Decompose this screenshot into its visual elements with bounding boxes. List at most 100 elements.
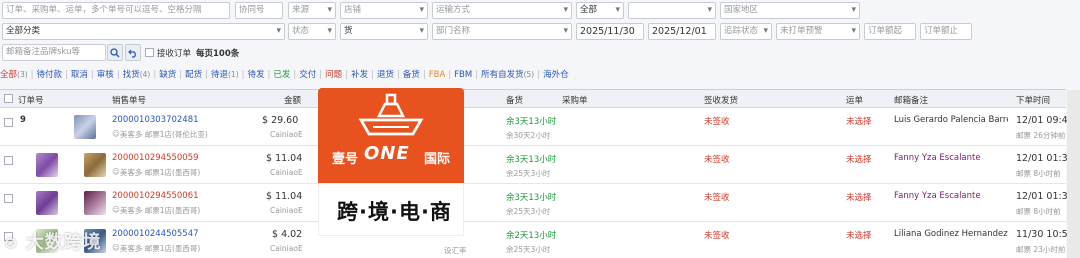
status-tab[interactable]: 问题 [325, 68, 342, 80]
accept-order-checkbox[interactable] [145, 48, 154, 57]
status-tab-count: (5) [523, 70, 535, 79]
page-size-label[interactable]: 每页100条 [196, 47, 239, 59]
header-sales-no: 销售单号 [112, 96, 147, 106]
order-search-input[interactable]: 订单、采购单、运单，多个单号可以逗号、空格分隔 [2, 2, 230, 19]
status-tab-label: 已发 [273, 70, 291, 80]
remark-search-input[interactable]: 邮箱备注品牌sku等 [2, 44, 106, 61]
status-tab-label: 取消 [70, 70, 88, 80]
search-button[interactable] [107, 44, 123, 61]
status-tab-label: 缺货 [159, 70, 177, 80]
order-time: 12/01 09:41 [1016, 115, 1074, 126]
product-thumbnail[interactable] [74, 115, 96, 139]
header-order-no: 订单号 [18, 96, 44, 106]
status-tab-label: 待退 [210, 70, 228, 80]
remark-name: Liliana Godinez Hernandez [894, 229, 1008, 239]
status-tab[interactable]: FBM [454, 70, 472, 80]
status-tab-label: FBA [428, 70, 446, 80]
sign-status: 未签收 [704, 155, 730, 165]
status-tab[interactable]: 全部(3) [0, 68, 28, 80]
product-thumbnail[interactable] [84, 153, 106, 177]
store-sub: ☺ 美客多 邮票1店(墨西哥) [112, 243, 201, 253]
stock-sub: 余25天3小时 [506, 207, 551, 216]
tab-separator: | [205, 70, 208, 80]
status-tab[interactable]: 审核 [97, 68, 114, 80]
all-select[interactable]: 全部 [576, 2, 624, 19]
amount: $ 4.02 [272, 229, 303, 240]
table-row[interactable]: 2000010294550059 ☺ 美客多 邮票1店(墨西哥) $ 11.04… [0, 147, 1074, 184]
status-tab[interactable]: 交付 [299, 68, 316, 80]
row-checkbox[interactable] [4, 156, 13, 165]
category-select[interactable]: 全部分类 [2, 23, 285, 40]
status-tab[interactable]: 备货 [403, 68, 420, 80]
store-value-select[interactable]: 货 [340, 23, 428, 40]
ship-link[interactable]: 未选择 [846, 153, 872, 165]
shipping-select[interactable]: 运输方式 [432, 2, 572, 19]
row-checkbox[interactable] [4, 194, 13, 203]
source-select[interactable]: 来源 [288, 2, 336, 19]
status-select[interactable]: 状态 [288, 23, 336, 40]
carrier: CainiaoE [270, 130, 303, 139]
status-tab[interactable]: 找货(4) [123, 68, 151, 80]
tab-separator: | [319, 70, 323, 80]
sales-no-link[interactable]: 2000010294550059 [112, 153, 199, 163]
dept-select[interactable]: 部门名称 [432, 23, 572, 40]
date-to-input[interactable]: 2025/12/01 [648, 23, 716, 40]
status-tab-label: 审核 [96, 70, 114, 80]
blank-select[interactable] [628, 2, 716, 19]
status-tab-label: 交付 [299, 70, 317, 80]
ship-link[interactable]: 未选择 [846, 229, 872, 241]
sales-no-link[interactable]: 2000010294550061 [112, 191, 199, 201]
status-tab[interactable]: 海外仓 [543, 68, 569, 80]
amount-from-input[interactable]: 订单额起 [864, 23, 916, 40]
status-tab[interactable]: FBA [429, 70, 446, 80]
status-tab-count: (3) [17, 70, 28, 79]
row-checkbox[interactable] [4, 118, 13, 127]
amount-to-input[interactable]: 订单额止 [920, 23, 972, 40]
sales-no-link[interactable]: 2000010303702481 [112, 115, 199, 125]
sign-status: 未签收 [704, 231, 730, 241]
status-tab[interactable]: 配货 [185, 68, 202, 80]
status-tab-count: (4) [139, 70, 151, 79]
remark-name: Fanny Yza Escalante [894, 191, 981, 201]
country-select[interactable]: 国家地区 [720, 2, 860, 19]
sales-no-link[interactable]: 2000010244505547 [112, 229, 199, 239]
product-thumbnail[interactable] [36, 191, 58, 215]
status-tab[interactable]: 所有自发货(5) [481, 68, 534, 80]
co-number-input[interactable]: 协同号 [235, 2, 283, 19]
store-select[interactable]: 店铺 [340, 2, 428, 19]
logo-bottom-panel: 跨·境·电·商 [318, 183, 464, 236]
vertical-scrollbar[interactable] [1067, 90, 1080, 258]
status-tab[interactable]: 补发 [351, 68, 368, 80]
status-tab[interactable]: 缺货 [159, 68, 176, 80]
product-thumbnail[interactable] [84, 191, 106, 215]
status-tab-count: (1) [228, 70, 239, 79]
ship-link[interactable]: 未选择 [846, 191, 872, 203]
table-row[interactable]: 2000010244505547 ☺ 美客多 邮票1店(墨西哥) $ 4.02 … [0, 223, 1074, 258]
status-tab[interactable]: 退货 [377, 68, 394, 80]
warning-select[interactable]: 未打单预警 [776, 23, 860, 40]
tab-separator: | [90, 70, 94, 80]
status-tab[interactable]: 待退(1) [211, 68, 239, 80]
watermark: ⊘ 大数跨境 [4, 228, 102, 254]
store-sub: ☺ 美客多 邮票1店(哥伦比亚) [112, 129, 208, 139]
ship-link[interactable]: 未选择 [846, 115, 872, 127]
status-tab[interactable]: 待付款 [37, 68, 63, 80]
status-tab[interactable]: 已发 [273, 68, 290, 80]
status-tab-label: 配货 [185, 70, 203, 80]
status-tab[interactable]: 取消 [71, 68, 88, 80]
tab-separator: | [475, 70, 479, 80]
status-tab-label: 退货 [376, 70, 394, 80]
date-from-input[interactable]: 2025/11/30 [576, 23, 644, 40]
ship-icon [358, 93, 424, 136]
reset-button[interactable] [125, 44, 141, 61]
tracking-status-select[interactable]: 追踪状态 [720, 23, 772, 40]
select-all-checkbox[interactable] [4, 94, 13, 103]
order-time: 12/01 01:30 [1016, 153, 1074, 164]
order-time-sub: 邮票 8小时前 [1016, 207, 1061, 216]
product-thumbnail[interactable] [36, 153, 58, 177]
table-row[interactable]: 9 2000010303702481 ☺ 美客多 邮票1店(哥伦比亚) $ 29… [0, 109, 1074, 146]
status-tab[interactable]: 待发 [248, 68, 265, 80]
store-value-text: 货 [344, 26, 353, 36]
status-tab-label: 待发 [247, 70, 265, 80]
table-row[interactable]: 2000010294550061 ☺ 美客多 邮票1店(墨西哥) $ 11.04… [0, 185, 1074, 222]
